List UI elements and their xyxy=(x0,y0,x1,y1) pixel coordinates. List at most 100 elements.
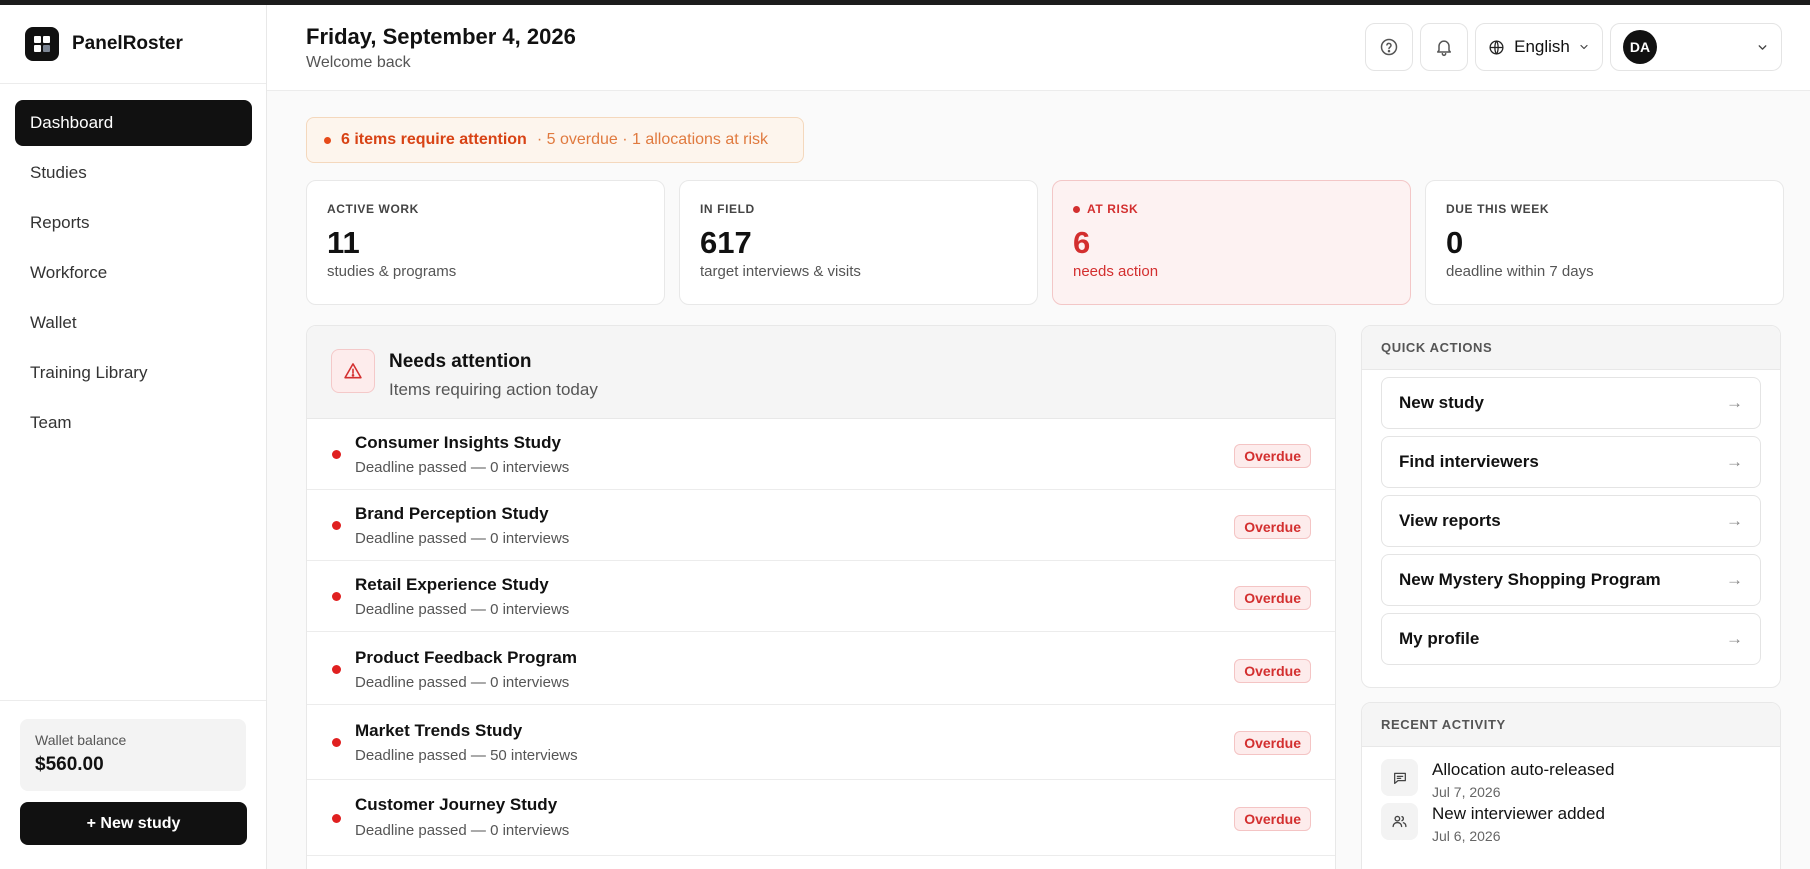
message-square-icon xyxy=(1381,759,1418,796)
stat-card-in-field[interactable]: IN FIELD 617 target interviews & visits xyxy=(679,180,1038,305)
sidebar-item-team[interactable]: Team xyxy=(15,400,252,446)
alert-dot-icon xyxy=(324,136,331,144)
status-dot-icon xyxy=(332,738,341,747)
wallet-balance-card: Wallet balance $560.00 xyxy=(20,719,246,791)
attention-row[interactable]: Product Feedback Program Deadline passed… xyxy=(307,632,1335,705)
stat-card-due-this-week[interactable]: DUE THIS WEEK 0 deadline within 7 days xyxy=(1425,180,1784,305)
row-subtitle: Deadline passed — 0 interviews xyxy=(355,822,570,839)
quick-action-label: Find interviewers xyxy=(1399,452,1539,471)
sidebar-item-wallet[interactable]: Wallet xyxy=(15,300,252,346)
sidebar-footer: Wallet balance $560.00 + New study xyxy=(0,700,266,869)
sidebar: PanelRoster Dashboard Studies Reports Wo… xyxy=(0,5,267,869)
sidebar-item-studies[interactable]: Studies xyxy=(15,150,252,196)
stat-description: deadline within 7 days xyxy=(1446,263,1594,280)
stat-label: IN FIELD xyxy=(700,202,755,216)
globe-icon xyxy=(1489,39,1504,55)
user-menu-button[interactable]: DA xyxy=(1610,23,1782,71)
alert-main-text: 6 items require attention xyxy=(341,131,527,148)
attention-row[interactable]: Consumer Insights Study Deadline passed … xyxy=(307,419,1335,490)
row-title: Consumer Insights Study xyxy=(355,433,561,452)
arrow-right-icon: → xyxy=(1726,629,1743,648)
needs-attention-title: Needs attention xyxy=(389,351,532,372)
stat-description: target interviews & visits xyxy=(700,263,861,280)
sidebar-nav: Dashboard Studies Reports Workforce Wall… xyxy=(0,84,266,446)
quick-action-new-study[interactable]: New study → xyxy=(1381,377,1761,429)
quick-action-label: View reports xyxy=(1399,511,1501,530)
status-badge: Overdue xyxy=(1234,515,1311,539)
row-title: Product Feedback Program xyxy=(355,648,578,667)
sidebar-item-reports[interactable]: Reports xyxy=(15,200,252,246)
row-title: Customer Journey Study xyxy=(355,795,558,814)
attention-row[interactable]: Customer Journey Study Deadline passed —… xyxy=(307,780,1335,856)
row-subtitle: Deadline passed — 0 interviews xyxy=(355,601,570,618)
quick-actions-title: QUICK ACTIONS xyxy=(1362,326,1780,370)
activity-title: New interviewer added xyxy=(1432,804,1605,823)
recent-activity-panel: RECENT ACTIVITY Allocation auto-released… xyxy=(1361,702,1781,869)
quick-action-label: New study xyxy=(1399,393,1485,412)
arrow-right-icon: → xyxy=(1726,570,1743,589)
needs-attention-panel: Needs attention Items requiring action t… xyxy=(306,325,1336,869)
needs-attention-header: Needs attention Items requiring action t… xyxy=(307,326,1335,419)
risk-dot-icon xyxy=(1073,205,1080,213)
arrow-right-icon: → xyxy=(1726,393,1743,412)
stat-label: ACTIVE WORK xyxy=(327,202,419,216)
warning-triangle-icon xyxy=(331,349,375,393)
attention-row[interactable]: Brand Perception Study Deadline passed —… xyxy=(307,490,1335,561)
status-badge: Overdue xyxy=(1234,659,1311,683)
quick-action-my-profile[interactable]: My profile → xyxy=(1381,613,1761,665)
users-icon xyxy=(1381,803,1418,840)
activity-item[interactable]: Allocation auto-released Jul 7, 2026 xyxy=(1362,747,1780,801)
wallet-balance-value: $560.00 xyxy=(35,754,104,775)
sidebar-item-training-library[interactable]: Training Library xyxy=(15,350,252,396)
sidebar-item-dashboard[interactable]: Dashboard xyxy=(15,100,252,146)
stat-value: 11 xyxy=(327,225,360,260)
stat-description: needs action xyxy=(1073,263,1159,280)
status-dot-icon xyxy=(332,450,341,459)
quick-action-view-reports[interactable]: View reports → xyxy=(1381,495,1761,547)
stat-value: 0 xyxy=(1446,225,1464,260)
status-dot-icon xyxy=(332,814,341,823)
language-select[interactable]: English xyxy=(1475,23,1603,71)
status-dot-icon xyxy=(332,665,341,674)
quick-action-find-interviewers[interactable]: Find interviewers → xyxy=(1381,436,1761,488)
wallet-balance-label: Wallet balance xyxy=(35,732,127,748)
sidebar-item-workforce[interactable]: Workforce xyxy=(15,250,252,296)
status-badge: Overdue xyxy=(1234,444,1311,468)
attention-row[interactable]: Market Trends Study Deadline passed — 50… xyxy=(307,705,1335,780)
activity-date: Jul 7, 2026 xyxy=(1432,784,1501,800)
quick-actions-list: New study → Find interviewers → View rep… xyxy=(1362,370,1780,665)
stat-value: 617 xyxy=(700,225,752,260)
help-button[interactable] xyxy=(1365,23,1413,71)
status-badge: Overdue xyxy=(1234,586,1311,610)
quick-action-new-mystery-shopping-program[interactable]: New Mystery Shopping Program → xyxy=(1381,554,1761,606)
arrow-right-icon: → xyxy=(1726,511,1743,530)
row-subtitle: Deadline passed — 50 interviews xyxy=(355,747,578,764)
chevron-down-icon xyxy=(1758,44,1767,50)
quick-action-label: New Mystery Shopping Program xyxy=(1399,570,1661,589)
attention-alert-banner[interactable]: 6 items require attention · 5 overdue · … xyxy=(306,117,804,163)
alert-detail-text: · 5 overdue · 1 allocations at risk xyxy=(536,131,769,148)
stat-card-at-risk[interactable]: AT RISK 6 needs action xyxy=(1052,180,1411,305)
recent-activity-title: RECENT ACTIVITY xyxy=(1362,703,1780,747)
notifications-button[interactable] xyxy=(1420,23,1468,71)
stat-card-active-work[interactable]: ACTIVE WORK 11 studies & programs xyxy=(306,180,665,305)
brand[interactable]: PanelRoster xyxy=(0,5,266,84)
stat-description: studies & programs xyxy=(327,263,457,280)
chevron-down-icon xyxy=(1580,44,1588,50)
activity-item[interactable]: New interviewer added Jul 6, 2026 xyxy=(1362,801,1780,855)
needs-attention-subtitle: Items requiring action today xyxy=(389,380,598,399)
stat-label: DUE THIS WEEK xyxy=(1446,202,1550,216)
avatar: DA xyxy=(1623,30,1657,64)
activity-title: Allocation auto-released xyxy=(1432,760,1615,779)
brand-logo-icon xyxy=(25,27,59,61)
status-dot-icon xyxy=(332,592,341,601)
row-subtitle: Deadline passed — 0 interviews xyxy=(355,674,570,691)
page-title: Friday, September 4, 2026 xyxy=(306,24,576,49)
stat-label-wrapper: AT RISK xyxy=(1073,202,1390,216)
status-dot-icon xyxy=(332,521,341,530)
attention-row[interactable]: Retail Experience Study Deadline passed … xyxy=(307,561,1335,632)
row-subtitle: Deadline passed — 0 interviews xyxy=(355,530,570,547)
stat-value: 6 xyxy=(1073,225,1091,260)
new-study-button[interactable]: + New study xyxy=(20,802,247,845)
language-label: English xyxy=(1514,37,1570,56)
